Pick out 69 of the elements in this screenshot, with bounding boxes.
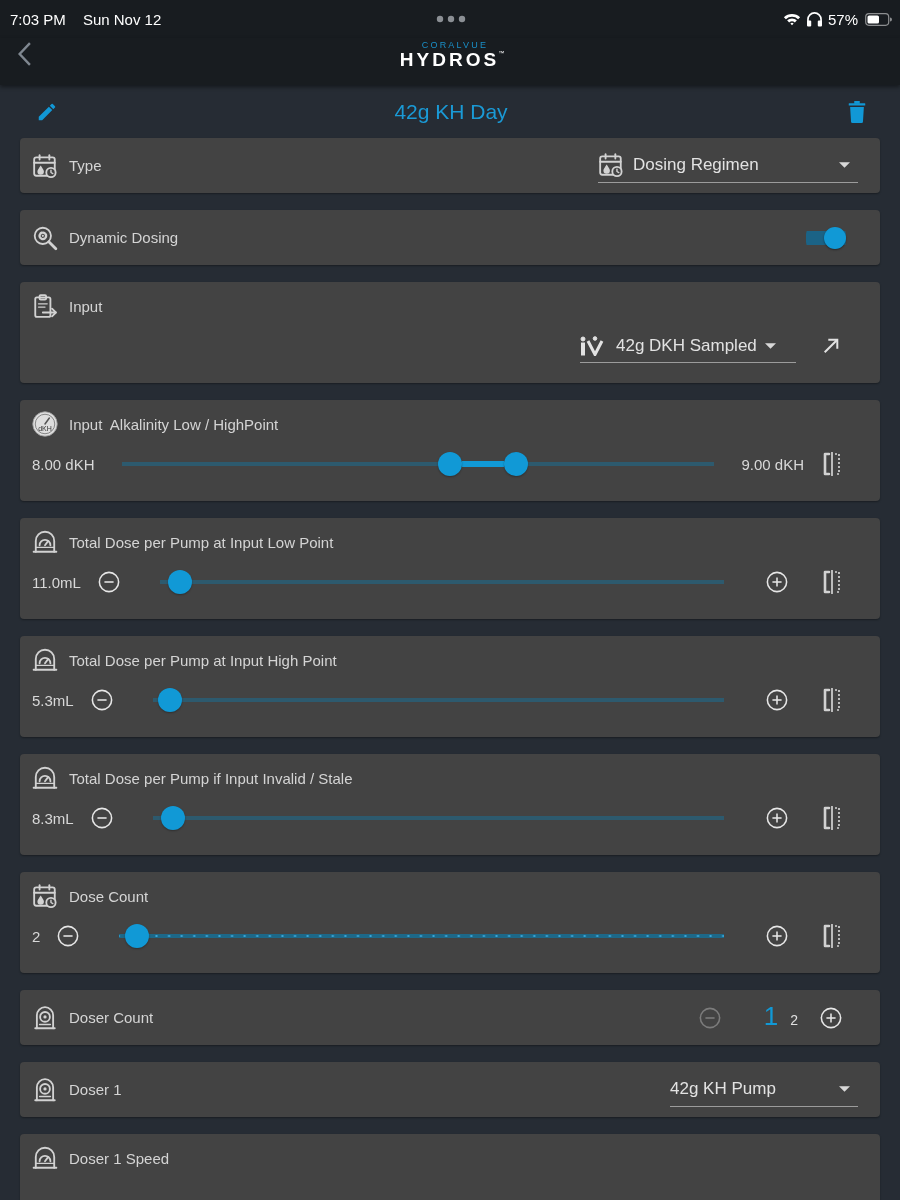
slider-value: 5.3mL (32, 691, 74, 709)
type-dropdown[interactable]: Dosing Regimen (598, 148, 858, 183)
setting-label: Type (69, 157, 102, 174)
delete-button[interactable] (848, 100, 866, 123)
toggle-switch[interactable] (806, 226, 846, 249)
pump-icon (32, 1076, 58, 1103)
setting-label: Input Alkalinity Low / HighPoint (69, 415, 279, 433)
setting-label: Input (69, 297, 103, 315)
pump-gauge-icon (32, 1145, 58, 1171)
setting-label: Total Dose per Pump if Input Invalid / Stale (69, 769, 353, 787)
page-title: 42g KH Day (394, 99, 508, 124)
slider-value: 2 (32, 927, 41, 945)
slider-thumb[interactable] (160, 806, 185, 830)
slider-thumb[interactable] (158, 688, 183, 712)
status-date: Sun Nov 12 (82, 10, 162, 28)
flip-button[interactable] (822, 570, 842, 594)
calendar-icon (32, 883, 58, 909)
dropdown-value: Dosing Regimen (633, 155, 759, 175)
dropdown-value: 42g DKH Sampled (616, 335, 757, 356)
setting-label: Doser 1 (69, 1081, 122, 1098)
slider-thumb[interactable] (125, 924, 150, 948)
pump-gauge-icon (32, 647, 58, 673)
slider-value: 11.0mL (32, 573, 81, 591)
low-value: 8.00 dKH (32, 455, 95, 473)
headphones-icon (805, 11, 823, 27)
setting-label: Doser Count (69, 1009, 154, 1026)
setting-label: Total Dose per Pump at Input Low Point (69, 533, 334, 551)
setting-label: Total Dose per Pump at Input High Point (69, 651, 337, 669)
wifi-icon (782, 12, 801, 26)
flip-button[interactable] (822, 452, 842, 476)
back-button[interactable] (18, 41, 31, 66)
increase-button[interactable] (766, 925, 788, 947)
dropdown-value: 42g KH Pump (670, 1079, 776, 1099)
caret-icon (764, 342, 776, 349)
doser-dropdown[interactable]: 42g KH Pump (670, 1072, 858, 1107)
battery-icon (865, 12, 892, 26)
flip-button[interactable] (822, 806, 842, 830)
open-link-button[interactable] (822, 337, 840, 355)
input-dropdown[interactable]: 42g DKH Sampled (580, 329, 796, 363)
brand-subtitle: CORALVUE (421, 39, 489, 50)
caret-icon (839, 1086, 850, 1092)
increase-button[interactable] (820, 1006, 842, 1029)
increase-button[interactable] (766, 807, 788, 829)
high-value: 9.00 dKH (741, 455, 804, 473)
more-dots-icon[interactable] (436, 15, 466, 23)
flip-button[interactable] (822, 924, 842, 948)
slider-thumb[interactable] (168, 570, 192, 594)
pump-icon (32, 1004, 58, 1031)
slider-value: 8.3mL (32, 809, 74, 827)
calendar-icon (32, 152, 58, 179)
calendar-icon (598, 152, 624, 178)
pump-gauge-icon (32, 765, 58, 791)
setting-label: Dose Count (69, 887, 149, 905)
battery-percent: 57% (827, 10, 858, 28)
caret-icon (839, 162, 850, 168)
slider-thumb[interactable] (503, 452, 528, 476)
brand-name: HYDROS (399, 49, 500, 69)
increase-button[interactable] (766, 571, 788, 593)
setting-label: Dynamic Dosing (69, 229, 179, 246)
slider-thumb[interactable] (438, 452, 463, 476)
status-time: 7:03 PM (10, 10, 66, 28)
increase-button[interactable] (766, 689, 788, 711)
pump-gauge-icon (32, 529, 58, 555)
setting-label: Doser 1 Speed (69, 1149, 170, 1167)
flip-button[interactable] (822, 688, 842, 712)
count-option[interactable]: 2 (790, 1005, 798, 1034)
clipboard-icon (32, 293, 58, 319)
input-type-icon (580, 335, 604, 356)
search-gear-icon (32, 224, 58, 251)
